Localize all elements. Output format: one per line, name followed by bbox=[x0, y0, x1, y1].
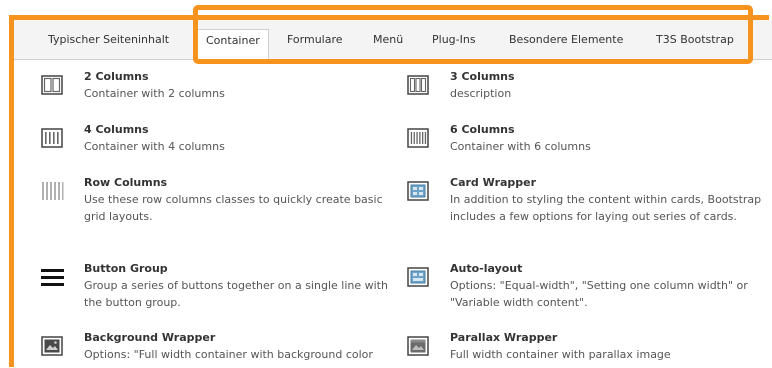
item-title: 4 Columns bbox=[84, 123, 149, 136]
item-description: Group a series of buttons together on a … bbox=[84, 279, 388, 309]
background-wrapper-icon bbox=[40, 334, 64, 358]
row-columns-icon bbox=[40, 179, 64, 203]
item-title: Parallax Wrapper bbox=[450, 331, 558, 344]
item-row-columns[interactable]: Row Columns Use these row columns classe… bbox=[40, 176, 390, 228]
parallax-wrapper-icon bbox=[406, 334, 430, 358]
item-description: Options: "Full width container with back… bbox=[84, 348, 373, 361]
item-auto-layout[interactable]: Auto-layout Options: "Equal-width", "Set… bbox=[406, 262, 756, 314]
item-description: description bbox=[450, 87, 512, 100]
card-wrapper-icon bbox=[406, 179, 430, 203]
item-6-columns[interactable]: 6 Columns Container with 6 columns bbox=[406, 123, 756, 159]
item-title: Background Wrapper bbox=[84, 331, 216, 344]
auto-layout-icon bbox=[406, 265, 430, 289]
item-card-wrapper[interactable]: Card Wrapper In addition to styling the … bbox=[406, 176, 761, 242]
item-2-columns[interactable]: 2 Columns Container with 2 columns bbox=[40, 70, 390, 106]
four-columns-icon bbox=[40, 126, 64, 150]
six-columns-icon bbox=[406, 126, 430, 150]
item-3-columns[interactable]: 3 Columns description bbox=[406, 70, 756, 106]
item-parallax-wrapper[interactable]: Parallax Wrapper Full width container wi… bbox=[406, 331, 756, 367]
button-group-icon bbox=[40, 265, 64, 289]
item-4-columns[interactable]: 4 Columns Container with 4 columns bbox=[40, 123, 390, 159]
item-title: 6 Columns bbox=[450, 123, 515, 136]
item-description: Container with 4 columns bbox=[84, 140, 225, 153]
item-title: Button Group bbox=[84, 262, 168, 275]
item-description: In addition to styling the content withi… bbox=[450, 193, 762, 223]
item-description: Container with 6 columns bbox=[450, 140, 591, 153]
item-button-group[interactable]: Button Group Group a series of buttons t… bbox=[40, 262, 390, 314]
two-columns-icon bbox=[40, 73, 64, 97]
item-description: Full width container with parallax image bbox=[450, 348, 671, 361]
item-description: Options: "Equal-width", "Setting one col… bbox=[450, 279, 748, 309]
item-description: Container with 2 columns bbox=[84, 87, 225, 100]
item-title: Auto-layout bbox=[450, 262, 523, 275]
item-title: Card Wrapper bbox=[450, 176, 537, 189]
item-description: Use these row columns classes to quickly… bbox=[84, 193, 383, 223]
item-title: 2 Columns bbox=[84, 70, 149, 83]
three-columns-icon bbox=[406, 73, 430, 97]
item-title: 3 Columns bbox=[450, 70, 515, 83]
item-background-wrapper[interactable]: Background Wrapper Options: "Full width … bbox=[40, 331, 390, 367]
item-title: Row Columns bbox=[84, 176, 168, 189]
